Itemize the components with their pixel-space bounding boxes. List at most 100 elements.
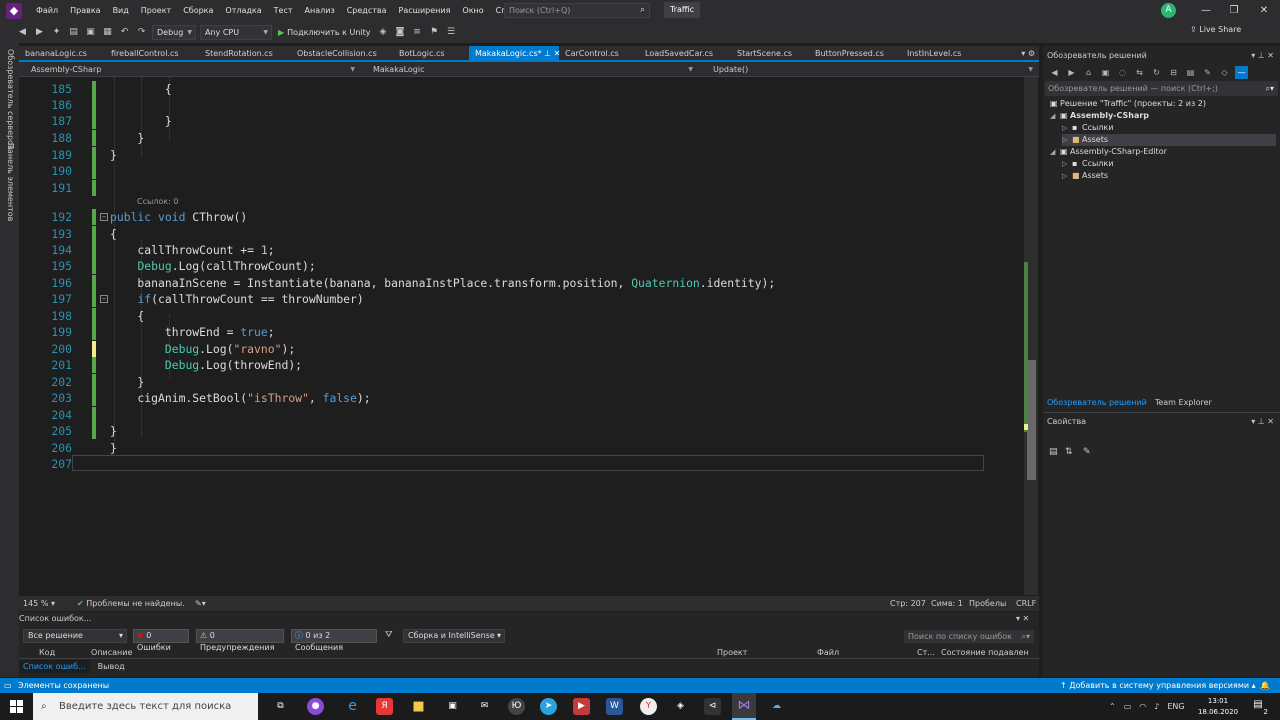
collapse-icon[interactable]: − [100, 295, 108, 303]
taskbar-search-input[interactable]: ⌕ Введите здесь текст для поиска [33, 693, 258, 720]
unity-icon[interactable]: ◈ [377, 26, 390, 39]
messages-filter-button[interactable]: ⓘ 0 из 2 Сообщения [291, 629, 377, 652]
code-editor[interactable]: 185 { 186 187 } 188 } 189} 190 191 Ссыло… [38, 77, 1024, 595]
attach-to-unity-button[interactable]: ▶ Подключить к Unity [274, 25, 375, 40]
menu-window[interactable]: Окно [456, 0, 489, 21]
tree-assets[interactable]: ▷ ■ Assets [1062, 134, 1276, 146]
tab-solution-explorer[interactable]: Обозреватель решений [1043, 396, 1151, 409]
tab-fireballcontrol[interactable]: fireballControl.cs [105, 46, 195, 61]
app-round-icon[interactable]: Ю [508, 698, 525, 715]
server-explorer-tab[interactable]: Обозреватель серверов [3, 49, 15, 150]
col-suppression[interactable]: Состояние подавлен [941, 646, 1029, 659]
col-description[interactable]: Описание [91, 646, 132, 659]
tab-makakalogic[interactable]: MakakaLogic.cs* ⊥ ✕ [469, 46, 560, 61]
line-ending-indicator[interactable]: CRLF [1016, 596, 1036, 611]
menu-view[interactable]: Вид [107, 0, 135, 21]
store-icon[interactable]: ▣ [444, 698, 461, 715]
filter-icon[interactable]: ⛛ [385, 630, 393, 640]
scrollbar-thumb[interactable] [1027, 360, 1036, 480]
camera-icon[interactable]: ◙ [394, 26, 407, 39]
warnings-filter-button[interactable]: ⚠ 0 Предупреждения [196, 629, 284, 652]
categorized-icon[interactable]: ▤ [1049, 447, 1058, 457]
back-icon[interactable]: ◀ [1048, 66, 1061, 79]
refresh-icon[interactable]: ↻ [1150, 66, 1163, 79]
menu-project[interactable]: Проект [135, 0, 177, 21]
tree-solution[interactable]: ▣ Решение "Traffic" (проекты: 2 из 2) [1050, 98, 1206, 110]
battery-icon[interactable]: ▭ [1124, 702, 1132, 711]
volume-icon[interactable]: ♪ [1154, 702, 1159, 711]
save-icon[interactable]: ▣ [84, 26, 97, 39]
tab-loadsavedcar[interactable]: LoadSavedCar.cs [639, 46, 729, 61]
file-explorer-icon[interactable]: ■ [410, 698, 427, 715]
menu-file[interactable]: Файл [30, 0, 64, 21]
word-icon[interactable]: W [606, 698, 623, 715]
scope-select[interactable]: Все решение ▾ [23, 629, 127, 643]
tab-team-explorer[interactable]: Team Explorer [1151, 396, 1216, 409]
pin-icon[interactable]: — [1235, 65, 1248, 79]
tab-instinlevel[interactable]: InstInLevel.cs [901, 46, 983, 61]
collapse-icon[interactable]: − [100, 213, 108, 221]
yandex-browser-icon[interactable]: Y [640, 698, 657, 715]
redo-icon[interactable]: ↷ [135, 26, 148, 39]
tab-startscene[interactable]: StartScene.cs [731, 46, 811, 61]
menu-test[interactable]: Тест [268, 0, 299, 21]
errors-filter-button[interactable]: ⊗ 0 Ошибки [133, 629, 189, 652]
tab-bananalogic[interactable]: bananaLogic.cs [19, 46, 101, 61]
avatar[interactable]: A [1161, 3, 1176, 18]
menu-edit[interactable]: Правка [64, 0, 106, 21]
tree-references[interactable]: ▷ ▪ Ссылки [1062, 122, 1113, 134]
yandex-icon[interactable]: Я [376, 698, 393, 715]
error-list-search-input[interactable]: Поиск по списку ошибок ⌕▾ [904, 630, 1034, 643]
pin-icon[interactable]: ⊥ [544, 49, 551, 58]
menu-extensions[interactable]: Расширения [393, 0, 457, 21]
media-icon[interactable]: ▶ [573, 698, 590, 715]
solution-explorer-search-input[interactable]: Обозреватель решений — поиск (Ctrl+;) ⌕▾ [1045, 81, 1278, 96]
panel-controls-icon[interactable]: ▾ ✕ [1016, 614, 1029, 623]
pending-changes-icon[interactable]: ◌ [1116, 66, 1129, 79]
sync-icon[interactable]: ⇆ [1133, 66, 1146, 79]
tab-buttonpressed[interactable]: ButtonPressed.cs [809, 46, 901, 61]
zoom-select[interactable]: 145 % ▾ [23, 596, 55, 611]
collapse-all-icon[interactable]: ⊟ [1167, 66, 1180, 79]
col-project[interactable]: Проект [717, 646, 747, 659]
new-project-icon[interactable]: ✦ [50, 26, 63, 39]
menu-analyze[interactable]: Анализ [299, 0, 341, 21]
clock[interactable]: 13:01 18.06.2020 [1196, 696, 1240, 718]
col-line[interactable]: Ст... [917, 646, 935, 659]
windows-start-icon[interactable] [10, 700, 23, 713]
visual-studio-logo-icon[interactable]: ◆ [6, 3, 22, 19]
menu-tools[interactable]: Средства [341, 0, 393, 21]
format-icon[interactable]: ≡ [411, 26, 424, 39]
col-code[interactable]: Код [39, 646, 55, 659]
tree-assets-editor[interactable]: ▷ ■ Assets [1062, 170, 1108, 182]
code-view-icon[interactable]: ◇ [1218, 66, 1231, 79]
comment-icon[interactable]: ☰ [445, 26, 458, 39]
codelens-references[interactable]: Ссылок: 0 [137, 197, 178, 206]
chevron-up-icon[interactable]: ⌃ [1109, 702, 1116, 711]
property-pages-icon[interactable]: ✎ [1083, 447, 1091, 457]
tab-obstaclecollision[interactable]: ObstacleCollision.cs [291, 46, 389, 61]
undo-icon[interactable]: ↶ [118, 26, 131, 39]
member-select[interactable]: Update() ▼ [701, 63, 1037, 76]
tab-carcontrol[interactable]: CarControl.cs [559, 46, 639, 61]
configuration-select[interactable]: Debug ▼ [152, 24, 196, 40]
forward-icon[interactable]: ▶ [1065, 66, 1078, 79]
forward-icon[interactable]: ▶ [33, 26, 46, 39]
project-select[interactable]: Assembly-CSharp ▼ [19, 63, 359, 76]
terminal-icon[interactable]: ⊲ [704, 698, 721, 715]
unity-icon[interactable]: ◈ [672, 698, 689, 715]
tab-botlogic[interactable]: BotLogic.cs [393, 46, 467, 61]
menu-build[interactable]: Сборка [177, 0, 219, 21]
home-icon[interactable]: ⌂ [1082, 66, 1095, 79]
language-indicator[interactable]: ENG [1167, 702, 1184, 711]
panel-controls-icon[interactable]: ▾ ⊥ ✕ [1251, 51, 1274, 60]
build-filter-select[interactable]: Сборка и IntelliSense ▾ [403, 629, 505, 643]
restore-icon[interactable]: ❐ [1220, 0, 1248, 21]
source-control-button[interactable]: ↑ Добавить в систему управления версиями… [1060, 678, 1256, 693]
switch-view-icon[interactable]: ▣ [1099, 66, 1112, 79]
menu-debug[interactable]: Отладка [219, 0, 267, 21]
open-icon[interactable]: ▤ [67, 26, 80, 39]
save-all-icon[interactable]: ▦ [101, 26, 114, 39]
minimize-icon[interactable]: — [1192, 0, 1220, 21]
properties-icon[interactable]: ✎ [1201, 66, 1214, 79]
